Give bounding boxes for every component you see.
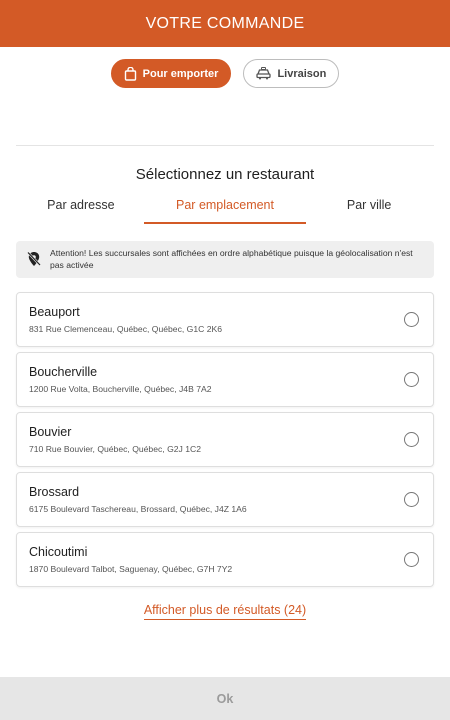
restaurant-card[interactable]: Boucherville 1200 Rue Volta, Bouchervill… [16, 352, 434, 407]
notice-text: Attention! Les succursales sont affichée… [50, 248, 413, 270]
delivery-button[interactable]: Livraison [243, 59, 340, 88]
restaurant-address: 1200 Rue Volta, Boucherville, Québec, J4… [29, 384, 212, 394]
restaurant-address: 710 Rue Bouvier, Québec, Québec, G2J 1C2 [29, 444, 201, 454]
page-title: VOTRE COMMANDE [145, 14, 305, 32]
geolocation-notice: Attention! Les succursales sont affichée… [16, 241, 434, 278]
top-bar: VOTRE COMMANDE [0, 0, 450, 47]
restaurant-card[interactable]: Chicoutimi 1870 Boulevard Talbot, Saguen… [16, 532, 434, 587]
shopping-bag-icon [124, 66, 136, 81]
restaurant-address: 831 Rue Clemenceau, Québec, Québec, G1C … [29, 324, 222, 334]
restaurant-name: Chicoutimi [29, 545, 88, 559]
restaurant-radio[interactable] [404, 312, 419, 327]
tab-by-address[interactable]: Par adresse [18, 196, 144, 226]
restaurant-address: 6175 Boulevard Taschereau, Brossard, Qué… [29, 504, 247, 514]
restaurant-name: Brossard [29, 485, 80, 499]
restaurant-card[interactable]: Bouvier 710 Rue Bouvier, Québec, Québec,… [16, 412, 434, 467]
restaurant-radio[interactable] [404, 552, 419, 567]
ok-button[interactable]: Ok [217, 692, 234, 706]
show-more-link[interactable]: Afficher plus de résultats (24) [143, 603, 307, 620]
takeout-label: Pour emporter [142, 67, 219, 80]
car-icon [256, 67, 272, 80]
restaurant-name: Beauport [29, 305, 80, 319]
tab-by-city[interactable]: Par ville [306, 196, 432, 226]
restaurant-card[interactable]: Brossard 6175 Boulevard Taschereau, Bros… [16, 472, 434, 527]
restaurant-radio[interactable] [404, 492, 419, 507]
restaurant-name: Boucherville [29, 365, 98, 379]
restaurant-card[interactable]: Beauport 831 Rue Clemenceau, Québec, Qué… [16, 292, 434, 347]
order-mode-selector: Pour emporter Livraison [16, 47, 434, 146]
restaurant-address: 1870 Boulevard Talbot, Saguenay, Québec,… [29, 564, 233, 574]
location-off-icon [27, 251, 41, 266]
section-title: Sélectionnez un restaurant [135, 166, 315, 183]
delivery-label: Livraison [277, 67, 327, 80]
show-more-container: Afficher plus de résultats (24) [0, 601, 450, 620]
takeout-button[interactable]: Pour emporter [110, 59, 232, 88]
search-tabs: Par adresse Par emplacement Par ville [18, 196, 432, 226]
restaurant-radio[interactable] [404, 372, 419, 387]
restaurant-radio[interactable] [404, 432, 419, 447]
tab-by-location[interactable]: Par emplacement [143, 196, 307, 224]
footer-bar: Ok [0, 677, 450, 720]
restaurant-name: Bouvier [29, 425, 72, 439]
order-screen: VOTRE COMMANDE Pour emporter Livraison S… [0, 0, 450, 720]
restaurant-list: Beauport 831 Rue Clemenceau, Québec, Qué… [16, 292, 434, 587]
